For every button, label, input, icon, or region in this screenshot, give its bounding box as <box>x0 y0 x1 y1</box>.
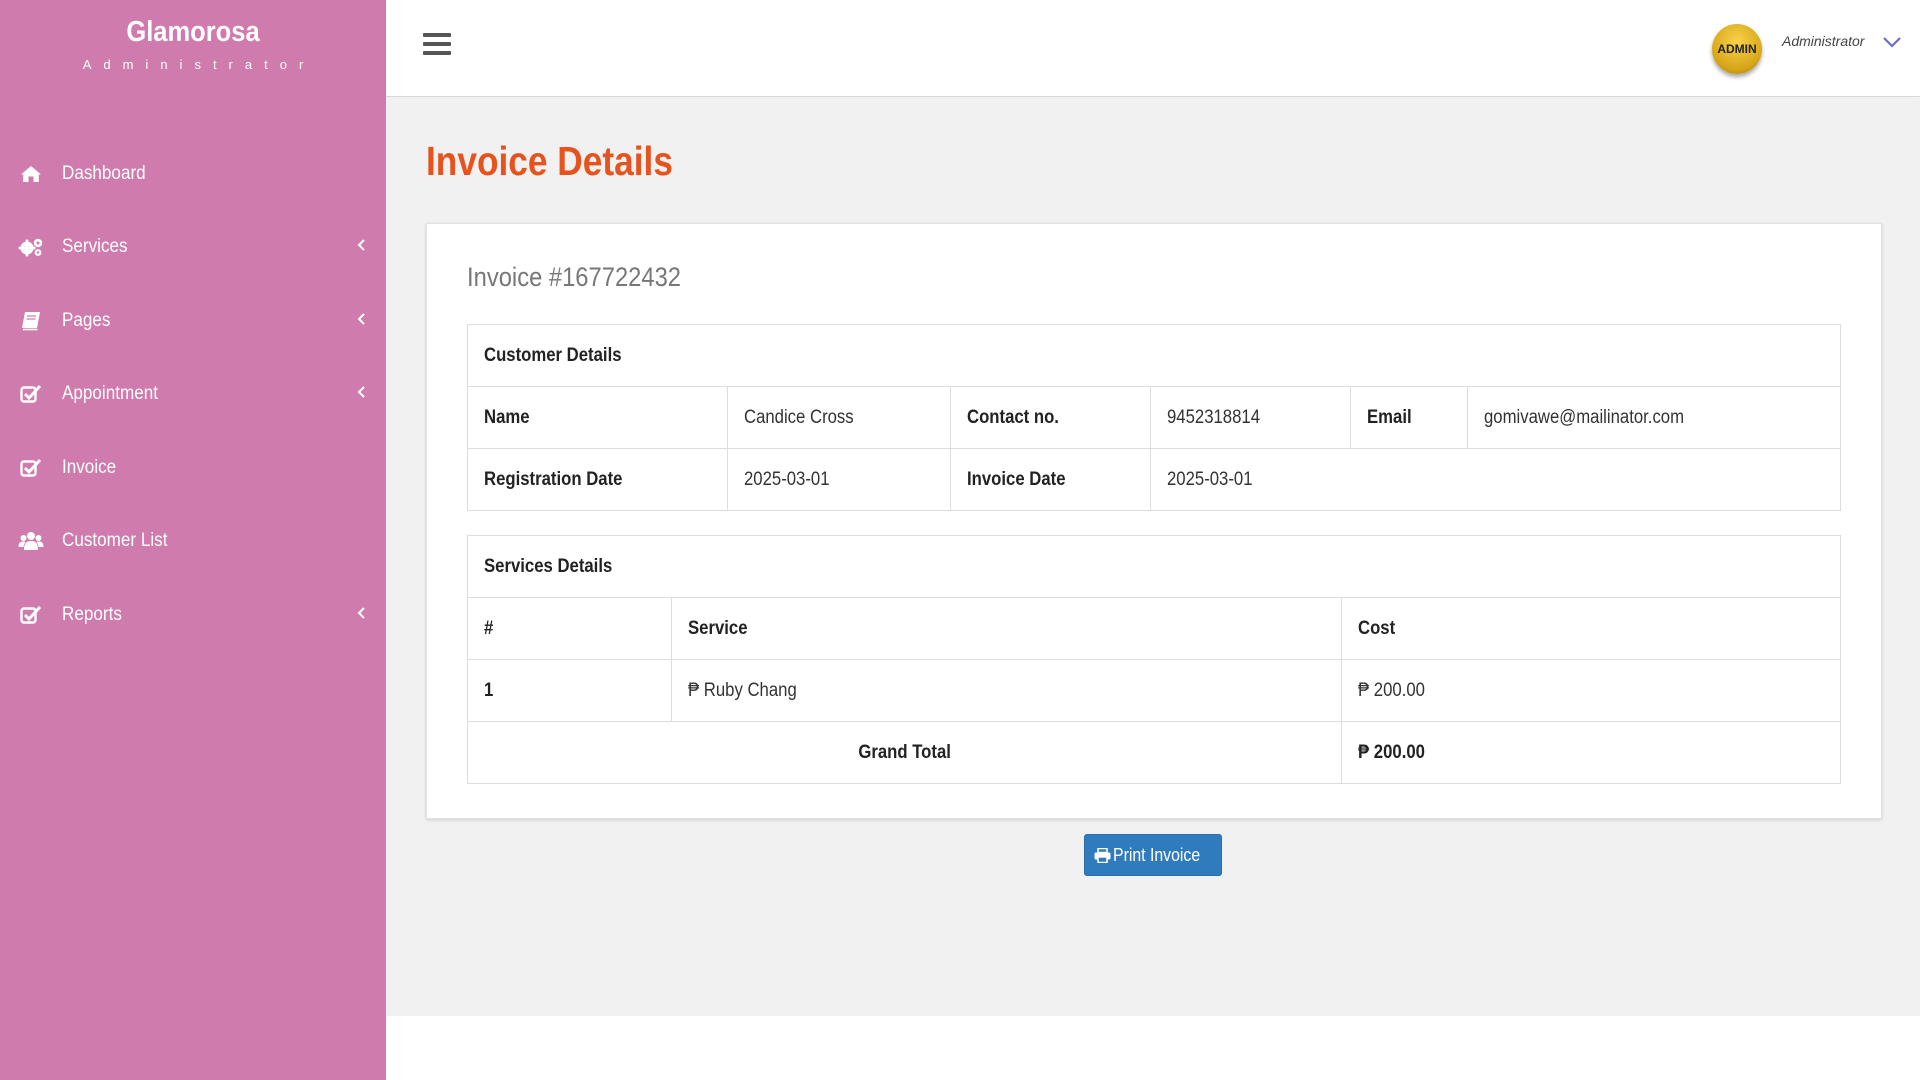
sidebar-item-services[interactable]: Services <box>0 211 386 285</box>
chevron-left-icon[interactable] <box>356 385 368 399</box>
table-header-row: # Service Cost <box>467 597 1841 660</box>
brand-subtitle: Administrator <box>82 57 316 72</box>
brand: Glamorosa Administrator <box>0 0 386 122</box>
section-header: Customer Details <box>467 324 1841 387</box>
sidebar-item-invoice[interactable]: Invoice <box>0 431 386 505</box>
sidebar-item-label: Invoice <box>62 456 117 478</box>
chevron-left-icon[interactable] <box>356 238 368 252</box>
table-row: Name Candice Cross Contact no. 945231881… <box>467 386 1841 449</box>
print-invoice-label: Print Invoice <box>1112 844 1201 865</box>
grand-total-label: Grand Total <box>467 721 1342 784</box>
table-row: Services Details <box>467 535 1841 598</box>
print-invoice-button[interactable]: Print Invoice <box>1084 834 1222 876</box>
service-name: ₱ Ruby Chang <box>671 659 1342 722</box>
chevron-left-icon[interactable] <box>356 312 368 326</box>
print-icon <box>1094 847 1111 863</box>
table-row: Registration Date 2025-03-01 Invoice Dat… <box>467 448 1841 511</box>
chevron-down-icon[interactable] <box>1882 35 1902 49</box>
email-label: Email <box>1350 386 1468 449</box>
service-number: 1 <box>467 659 672 722</box>
registration-date: 2025-03-01 <box>727 448 951 511</box>
topbar: ADMIN Administrator <box>386 0 1920 97</box>
name-label: Name <box>467 386 728 449</box>
section-header: Services Details <box>467 535 1841 598</box>
services-details-table: Services Details # Service Cost 1 ₱ Ruby… <box>467 535 1841 784</box>
contact-label: Contact no. <box>950 386 1151 449</box>
sidebar-item-reports[interactable]: Reports <box>0 578 386 652</box>
customer-name: Candice Cross <box>727 386 951 449</box>
avatar[interactable]: ADMIN <box>1712 24 1762 74</box>
grand-total-value: ₱ 200.00 <box>1341 721 1841 784</box>
column-header: Service <box>671 597 1342 660</box>
table-row: 1 ₱ Ruby Chang ₱ 200.00 <box>467 659 1841 722</box>
sidebar-item-label: Dashboard <box>62 162 146 184</box>
menu-toggle-icon[interactable] <box>423 33 451 57</box>
sidebar-item-appointment[interactable]: Appointment <box>0 358 386 432</box>
user-name[interactable]: Administrator <box>1782 33 1864 49</box>
invoice-number: Invoice #167722432 <box>467 262 682 292</box>
sidebar-item-label: Customer List <box>62 530 168 552</box>
column-header: # <box>467 597 672 660</box>
home-icon <box>18 163 44 185</box>
sidebar-item-label: Pages <box>62 309 111 331</box>
sidebar-item-customer-list[interactable]: Customer List <box>0 505 386 579</box>
column-header: Cost <box>1341 597 1841 660</box>
invoice-date-label: Invoice Date <box>950 448 1151 511</box>
check-square-icon <box>18 457 44 479</box>
check-square-icon <box>18 604 44 626</box>
sidebar-item-label: Appointment <box>62 383 159 405</box>
sidebar-item-dashboard[interactable]: Dashboard <box>0 137 386 211</box>
main-content: Invoice Details Invoice #167722432 Custo… <box>386 98 1920 1016</box>
sidebar-item-label: Services <box>62 236 128 258</box>
brand-title[interactable]: Glamorosa <box>23 16 363 49</box>
invoice-date: 2025-03-01 <box>1150 448 1841 511</box>
sidebar: Glamorosa Administrator Dashboard Servic… <box>0 0 386 1080</box>
page-title: Invoice Details <box>426 138 673 184</box>
registration-date-label: Registration Date <box>467 448 728 511</box>
sidebar-item-pages[interactable]: Pages <box>0 284 386 358</box>
invoice-card: Invoice #167722432 Customer Details Name… <box>426 223 1882 819</box>
service-cost: ₱ 200.00 <box>1341 659 1841 722</box>
check-square-icon <box>18 383 44 405</box>
customer-details-table: Customer Details Name Candice Cross Cont… <box>467 324 1841 511</box>
book-icon <box>18 310 44 332</box>
grand-total-row: Grand Total ₱ 200.00 <box>467 721 1841 784</box>
table-row: Customer Details <box>467 324 1841 387</box>
gears-icon <box>18 236 44 258</box>
customer-contact: 9452318814 <box>1150 386 1351 449</box>
customer-email: gomivawe@mailinator.com <box>1467 386 1841 449</box>
chevron-left-icon[interactable] <box>356 606 368 620</box>
sidebar-item-label: Reports <box>62 603 122 625</box>
users-icon <box>18 530 44 552</box>
sidebar-nav: Dashboard Services Pages Appointment Inv… <box>0 137 386 652</box>
